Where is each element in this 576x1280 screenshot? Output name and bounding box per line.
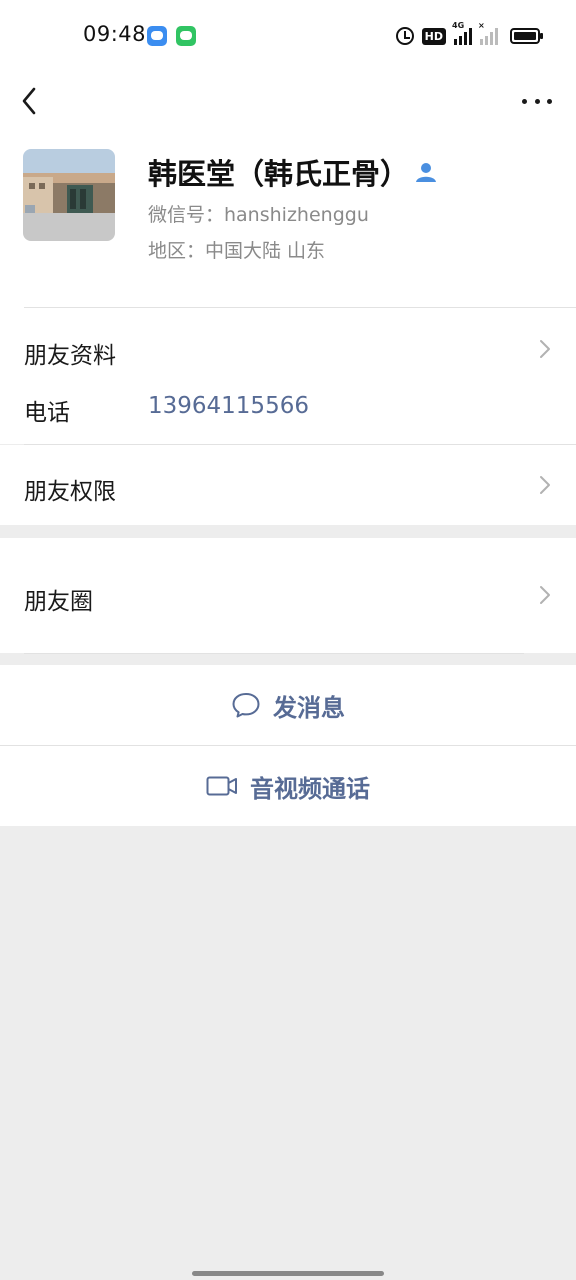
avatar[interactable] (23, 149, 115, 241)
chat-app-icon (176, 26, 196, 46)
moments-divider (24, 653, 524, 654)
friend-permissions-label: 朋友权限 (24, 479, 116, 505)
status-icons: HD 4G × (395, 21, 543, 48)
send-message-label: 发消息 (273, 693, 345, 722)
send-message-button[interactable]: 发消息 (0, 665, 576, 745)
friend-profile-row[interactable]: 朋友资料 (24, 336, 116, 370)
moments-label: 朋友圈 (24, 589, 93, 615)
friend-info-section: 朋友资料 电话 13964115566 (0, 308, 576, 444)
contact-name-row: 韩医堂（韩氏正骨） (148, 152, 437, 192)
video-call-button[interactable]: 音视频通话 (0, 746, 576, 826)
profile-card: 韩医堂（韩氏正骨） 微信号：hanshizhenggu 地区：中国大陆 山东 (0, 132, 576, 308)
top-nav-bar (0, 72, 576, 132)
back-arrow-icon[interactable] (20, 81, 60, 121)
hd-icon: HD (421, 27, 446, 45)
signal-sim2-icon: × (478, 21, 498, 45)
alarm-icon (395, 27, 414, 45)
home-indicator[interactable] (192, 1271, 384, 1276)
chat-bubble-icon (232, 693, 260, 718)
status-bar: 09:48 HD 4G × (0, 0, 576, 72)
region: 地区：中国大陆 山东 (148, 240, 326, 262)
moments-row[interactable]: 朋友圈 (0, 538, 576, 653)
chevron-right-icon (540, 586, 550, 604)
verified-person-icon (416, 163, 437, 182)
contact-name: 韩医堂（韩氏正骨） (148, 157, 410, 191)
status-time: 09:48 (83, 22, 147, 46)
wechat-id: 微信号：hanshizhenggu (148, 204, 369, 226)
phone-number-link[interactable]: 13964115566 (148, 393, 309, 419)
phone-label: 电话 (24, 400, 70, 426)
video-camera-icon (206, 776, 237, 796)
messaging-app-icon (147, 26, 167, 46)
battery-icon (510, 28, 543, 44)
friend-permissions-row[interactable]: 朋友权限 (0, 445, 576, 525)
chevron-right-icon (540, 476, 550, 494)
chevron-right-icon (540, 340, 550, 358)
video-call-label: 音视频通话 (250, 774, 370, 803)
more-options-icon[interactable] (522, 86, 552, 116)
signal-4g-icon: 4G (452, 21, 472, 45)
